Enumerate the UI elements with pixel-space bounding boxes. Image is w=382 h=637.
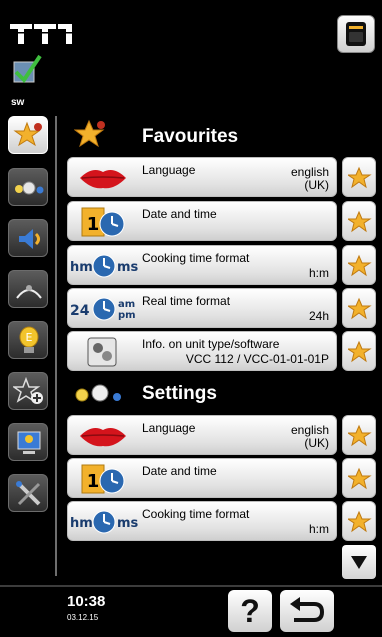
sidebar-item-cooking[interactable] <box>8 168 48 206</box>
svg-text:pm: pm <box>118 310 136 321</box>
light-beam-icon <box>16 285 42 299</box>
favourites-title: Favourites <box>142 126 239 147</box>
user-label: sw <box>11 97 25 108</box>
lips-icon <box>80 428 126 447</box>
sidebar-item-display[interactable] <box>8 423 48 461</box>
svg-text:24: 24 <box>70 303 90 319</box>
row-label: Date and time <box>142 464 217 478</box>
fav-star-button[interactable] <box>342 288 376 328</box>
cooking-cabinet-icon <box>346 22 366 46</box>
row-label: Real time format <box>142 294 231 308</box>
fav-star-button[interactable] <box>342 331 376 371</box>
row-value: 24h <box>308 309 329 323</box>
row-label: Language <box>142 163 196 177</box>
settings-star-button[interactable] <box>342 458 376 498</box>
sidebar-item-manage-favourites[interactable] <box>8 372 48 410</box>
tools-icon <box>16 481 41 506</box>
fav-star-button[interactable] <box>342 245 376 285</box>
sidebar-item-lighting[interactable] <box>8 270 48 308</box>
row-value: VCC 112 / VCC-01-01-01P <box>185 352 329 366</box>
row-label: Date and time <box>142 207 217 221</box>
sidebar-item-service[interactable] <box>8 474 48 512</box>
clock-time: 10:38 <box>67 593 106 610</box>
svg-text:hm: hm <box>70 260 93 275</box>
fav-row-cooking-time-format[interactable]: hm ms Cooking time format h:m <box>67 245 337 285</box>
fav-star-button[interactable] <box>342 201 376 241</box>
sidebar-item-sound[interactable] <box>8 219 48 257</box>
star-plus-icon <box>13 376 43 404</box>
settings-row-language[interactable]: Language english (UK) <box>67 415 337 455</box>
star-icon <box>348 254 372 277</box>
star-icon <box>348 340 372 363</box>
hm-ms-clock-icon: hm ms <box>70 254 139 278</box>
back-arrow-icon <box>290 597 325 622</box>
calendar-clock-icon: 1 <box>81 207 125 237</box>
star-icon <box>348 166 372 189</box>
calendar-clock-icon: 1 <box>81 464 125 494</box>
star-icon <box>348 210 372 233</box>
star-icon <box>348 467 372 490</box>
row-value: h:m <box>308 522 329 536</box>
svg-text:1: 1 <box>87 471 100 492</box>
hm-ms-clock-icon: hm ms <box>70 510 139 534</box>
fav-star-button[interactable] <box>342 157 376 197</box>
user-checkmark-icon <box>13 54 42 84</box>
speaker-icon <box>19 229 40 249</box>
row-label: Info. on unit type/software <box>142 337 280 351</box>
svg-text:1: 1 <box>87 214 100 235</box>
row-label: Language <box>142 421 196 435</box>
settings-row-cooking-time-format[interactable]: hm ms Cooking time format h:m <box>67 501 337 541</box>
lips-icon <box>80 170 126 189</box>
svg-text:ms: ms <box>117 260 139 275</box>
24-ampm-clock-icon: 24 am pm <box>70 297 136 321</box>
settings-star-button[interactable] <box>342 501 376 541</box>
svg-text:am: am <box>118 299 135 310</box>
unit-info-icon <box>87 337 117 367</box>
row-label: Cooking time format <box>142 251 250 265</box>
brand-logo <box>10 24 74 44</box>
help-button[interactable]: ? <box>228 590 272 632</box>
sidebar-item-info[interactable]: E <box>8 321 48 359</box>
row-value: english (UK) <box>290 165 329 192</box>
svg-text:E: E <box>26 331 33 344</box>
settings-gears-icon <box>75 384 121 402</box>
settings-star-button[interactable] <box>342 415 376 455</box>
cooking-gears-icon <box>15 181 44 195</box>
row-value: h:m <box>308 266 329 280</box>
svg-text:ms: ms <box>117 516 139 531</box>
settings-title: Settings <box>142 383 217 404</box>
clock-date: 03.12.15 <box>67 613 99 622</box>
star-icon <box>348 424 372 447</box>
scroll-down-button[interactable] <box>342 545 376 579</box>
cleaning-tab-button[interactable] <box>337 15 375 53</box>
fav-row-real-time-format[interactable]: 24 am pm Real time format 24h <box>67 288 337 328</box>
fav-row-date-time[interactable]: 1 Date and time <box>67 201 337 241</box>
lightbulb-e-icon: E <box>19 326 39 353</box>
star-user-icon <box>13 121 42 147</box>
favourites-star-icon <box>74 119 105 148</box>
svg-text:hm: hm <box>70 516 93 531</box>
star-icon <box>348 297 372 320</box>
footer-divider <box>0 585 382 587</box>
monitor-user-icon <box>17 431 41 454</box>
row-label: Cooking time format <box>142 507 250 521</box>
help-label: ? <box>240 593 260 629</box>
row-value: english (UK) <box>290 423 329 450</box>
sidebar-divider <box>55 116 57 576</box>
sidebar-item-favourites[interactable] <box>8 116 48 154</box>
back-button[interactable] <box>280 590 334 632</box>
triangle-down-icon <box>351 556 367 569</box>
star-icon <box>348 510 372 533</box>
settings-row-date-time[interactable]: 1 Date and time <box>67 458 337 498</box>
fav-row-language[interactable]: Language english (UK) <box>67 157 337 197</box>
fav-row-unit-info[interactable]: Info. on unit type/software VCC 112 / VC… <box>67 331 337 371</box>
